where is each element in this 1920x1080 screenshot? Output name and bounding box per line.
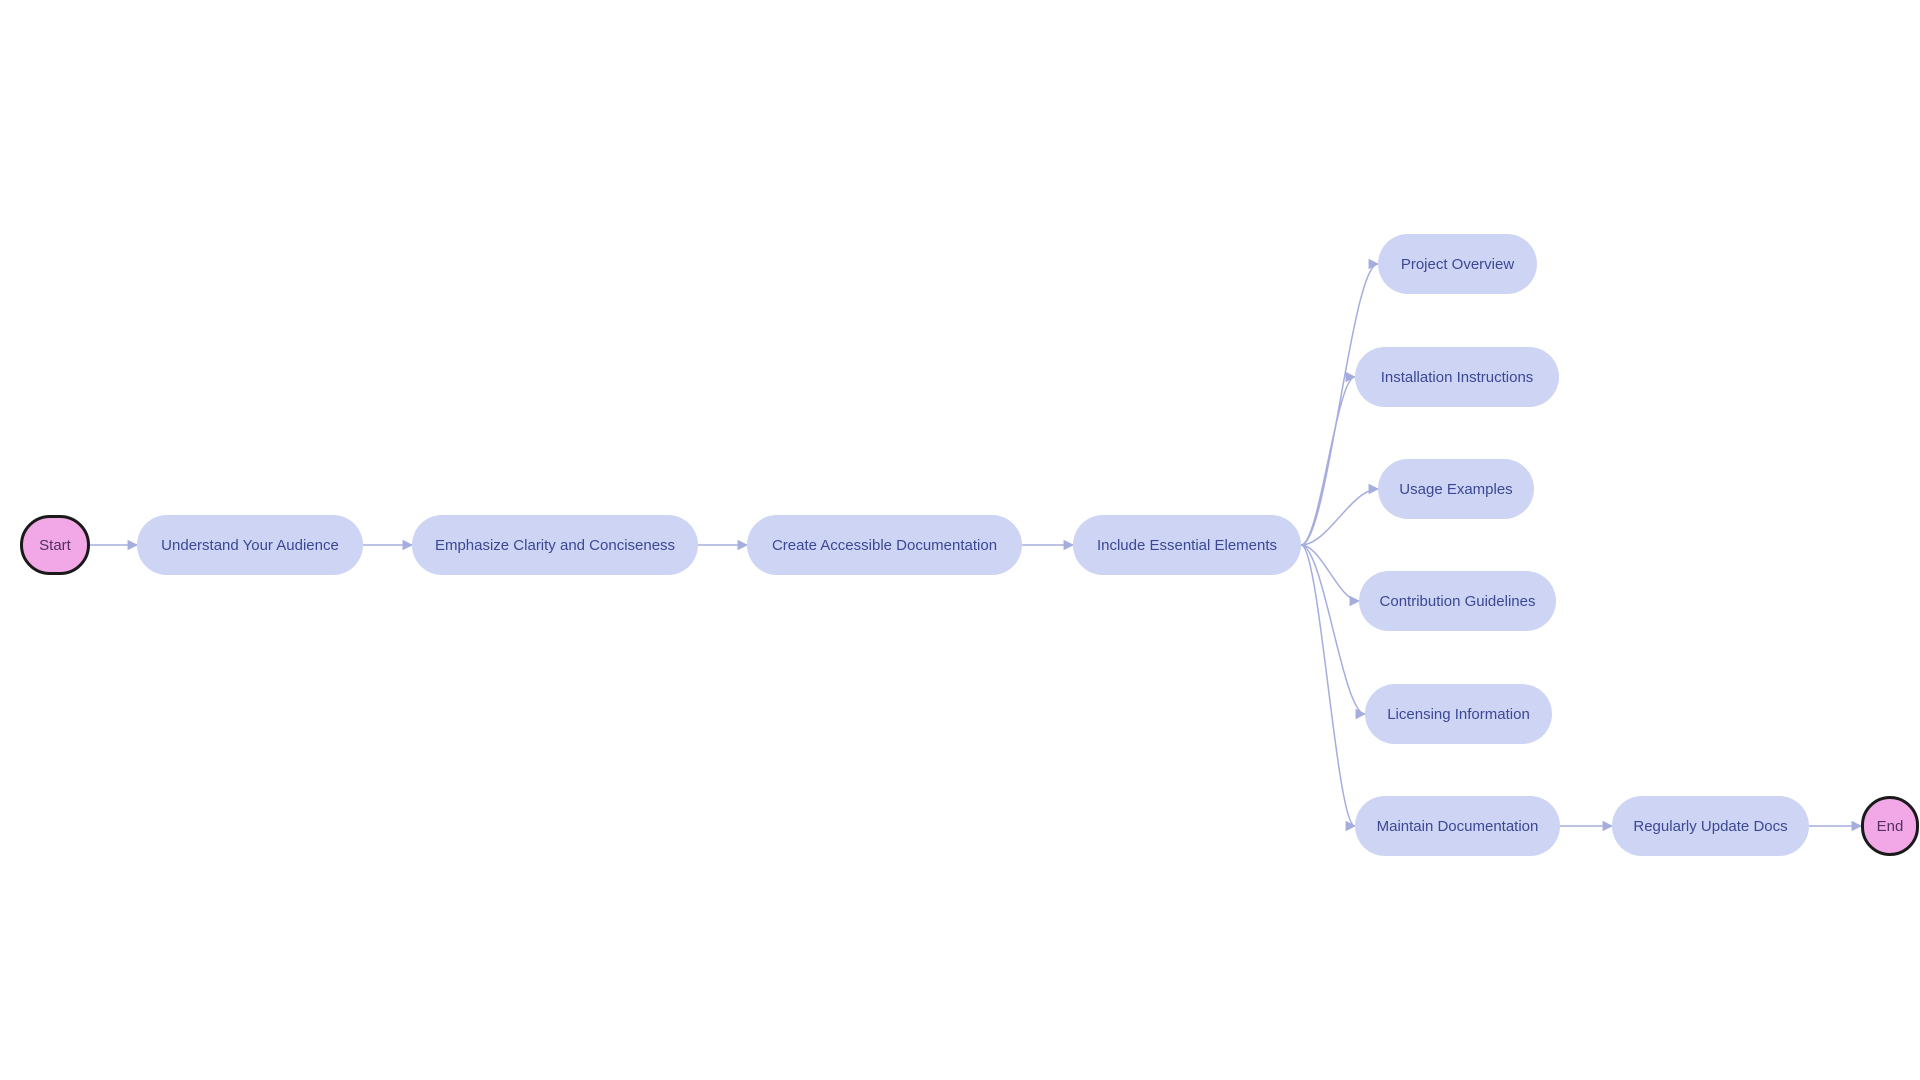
- node-b3: Usage Examples: [1378, 459, 1534, 519]
- node-b5: Licensing Information: [1365, 684, 1552, 744]
- node-label: Create Accessible Documentation: [772, 537, 997, 554]
- node-label: Project Overview: [1401, 256, 1514, 273]
- node-label: Usage Examples: [1399, 481, 1512, 498]
- edge-n4-to-b1: [1301, 264, 1378, 545]
- node-n2: Emphasize Clarity and Conciseness: [412, 515, 698, 575]
- node-b6: Maintain Documentation: [1355, 796, 1560, 856]
- node-n3: Create Accessible Documentation: [747, 515, 1022, 575]
- edge-n4-to-b5: [1301, 545, 1365, 714]
- node-label: Maintain Documentation: [1377, 818, 1539, 835]
- node-label: Include Essential Elements: [1097, 537, 1277, 554]
- node-n1: Understand Your Audience: [137, 515, 363, 575]
- edge-n4-to-b2: [1301, 377, 1355, 545]
- edge-n4-to-b4: [1301, 545, 1359, 601]
- node-b2: Installation Instructions: [1355, 347, 1559, 407]
- node-n4: Include Essential Elements: [1073, 515, 1301, 575]
- node-label: Start: [39, 537, 71, 554]
- node-start: Start: [20, 515, 90, 575]
- node-n5: Regularly Update Docs: [1612, 796, 1809, 856]
- edge-n4-to-b6: [1301, 545, 1355, 826]
- node-label: Emphasize Clarity and Conciseness: [435, 537, 675, 554]
- node-label: Understand Your Audience: [161, 537, 339, 554]
- node-b1: Project Overview: [1378, 234, 1537, 294]
- node-end: End: [1861, 796, 1919, 856]
- node-label: Contribution Guidelines: [1380, 593, 1536, 610]
- node-b4: Contribution Guidelines: [1359, 571, 1556, 631]
- node-label: Regularly Update Docs: [1633, 818, 1787, 835]
- flowchart-canvas: Start Understand Your Audience Emphasize C…: [0, 0, 1920, 1080]
- edge-n4-to-b3: [1301, 489, 1378, 545]
- node-label: End: [1877, 818, 1904, 835]
- node-label: Installation Instructions: [1381, 369, 1534, 386]
- node-label: Licensing Information: [1387, 706, 1530, 723]
